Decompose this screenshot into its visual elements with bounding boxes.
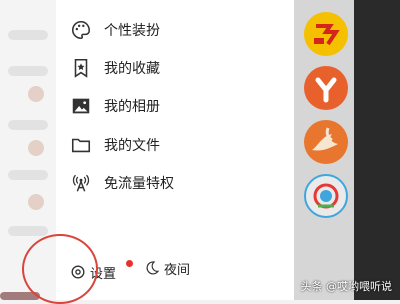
logo-icon <box>314 24 340 46</box>
avatar <box>28 194 44 210</box>
menu-item-personal-theme[interactable]: 个性装扮 <box>56 15 294 45</box>
moon-icon <box>146 261 160 275</box>
avatar <box>28 86 44 102</box>
list-item <box>8 170 48 180</box>
menu-item-files[interactable]: 我的文件 <box>56 130 294 160</box>
menu-item-label: 我的文件 <box>104 138 160 154</box>
menu-item-label: 免流量特权 <box>104 176 174 192</box>
notification-dot <box>126 260 133 267</box>
watermark: 头条 @哎哟喂听说 <box>300 280 393 293</box>
menu-item-album[interactable]: 我的相册 <box>56 91 294 121</box>
list-item <box>8 120 48 130</box>
right-app-column <box>294 0 400 300</box>
bird-icon <box>312 127 338 151</box>
app-icon-orange[interactable] <box>304 66 348 110</box>
menu-item-favorites[interactable]: 我的收藏 <box>56 53 294 83</box>
app-icon-yellow[interactable] <box>304 12 348 56</box>
app-icon-blue[interactable] <box>304 174 348 218</box>
list-item <box>8 30 48 40</box>
app-icon-bird[interactable] <box>304 120 348 164</box>
menu-item-label: 我的相册 <box>104 99 160 115</box>
bookmark-star-icon <box>74 58 88 78</box>
list-item <box>8 66 48 76</box>
image-icon <box>72 98 90 114</box>
menu-item-data-privilege[interactable]: 免流量特权 <box>56 168 294 198</box>
highlight-circle <box>22 234 98 304</box>
menu-item-label: 个性装扮 <box>104 23 160 39</box>
letter-y-logo-icon <box>315 77 337 103</box>
background-panel <box>354 0 400 300</box>
palette-icon <box>72 20 91 40</box>
avatar <box>28 140 44 156</box>
ring-logo-icon <box>313 183 339 209</box>
night-label: 夜间 <box>164 263 191 278</box>
night-mode-button[interactable]: 夜间 <box>144 256 204 280</box>
menu-item-label: 我的收藏 <box>104 61 160 77</box>
folder-icon <box>71 138 91 153</box>
list-item <box>8 226 48 236</box>
signal-tower-icon <box>72 174 90 192</box>
